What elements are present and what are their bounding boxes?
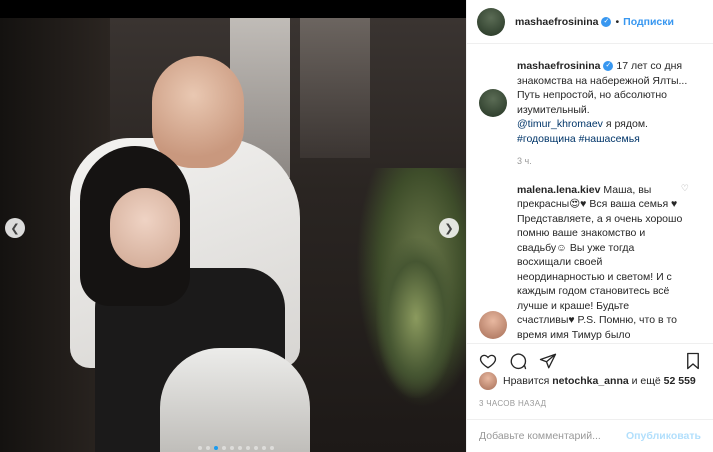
- comment-body: Маша, вы прекрасны😍♥ Вся ваша семья ♥ Пр…: [517, 183, 683, 341]
- caption-after-mention: я рядом.: [602, 118, 648, 130]
- verified-badge-icon: ✓: [603, 61, 614, 72]
- caption-text: mashaefrosinina ✓ 17 лет со дня знакомств…: [517, 59, 701, 169]
- verified-badge-icon: ✓: [601, 16, 612, 27]
- carousel-next-button[interactable]: ❯: [439, 218, 459, 238]
- carousel-dot: [230, 446, 234, 450]
- publish-button[interactable]: Опубликовать: [626, 430, 701, 442]
- photo-pants: [160, 348, 310, 452]
- carousel-dot: [214, 446, 218, 450]
- caption-mention[interactable]: @timur_khromaev: [517, 118, 603, 130]
- add-comment-bar: Опубликовать: [467, 419, 713, 452]
- likes-middle: и ещё: [628, 375, 664, 387]
- carousel-dot: [254, 446, 258, 450]
- photo-woman-face: [110, 188, 180, 268]
- caption-row: mashaefrosinina ✓ 17 лет со дня знакомств…: [479, 59, 701, 169]
- carousel-dot: [198, 446, 202, 450]
- chevron-left-icon: ❮: [10, 222, 20, 235]
- comment-text: malena.lena.kiev Маша, вы прекрасны😍♥ Вс…: [517, 183, 701, 343]
- caption-time: 3 ч.: [517, 156, 532, 166]
- comment-like-heart-icon[interactable]: ♡: [681, 183, 689, 194]
- carousel-dot: [270, 446, 274, 450]
- comment-username[interactable]: malena.lena.kiev: [517, 184, 600, 196]
- carousel-dot: [246, 446, 250, 450]
- carousel-indicator: [198, 446, 274, 450]
- liker-avatar[interactable]: [479, 372, 497, 390]
- photo-plant-leaves: [376, 238, 456, 398]
- post-actions: [467, 343, 713, 371]
- comment-avatar[interactable]: [479, 310, 507, 339]
- caption-hashtags[interactable]: #годовщина #нашасемья: [517, 133, 640, 145]
- likes-summary: Нравится netochka_anna и ещё 52 559: [479, 372, 696, 390]
- photo-window-dark: [300, 18, 370, 158]
- post-header: mashaefrosinina ✓ • Подписки: [467, 0, 713, 44]
- carousel-dot: [206, 446, 210, 450]
- photo-man-head: [152, 56, 244, 168]
- header-separator: •: [615, 15, 620, 28]
- caption-username[interactable]: mashaefrosinina: [517, 60, 600, 72]
- following-button[interactable]: Подписки: [623, 16, 674, 28]
- post-side-panel: mashaefrosinina ✓ • Подписки mashaefrosi…: [466, 0, 713, 452]
- author-avatar[interactable]: [477, 7, 505, 36]
- post-photo[interactable]: [0, 18, 466, 452]
- author-username[interactable]: mashaefrosinina: [515, 16, 598, 28]
- carousel-dot: [238, 446, 242, 450]
- caption-avatar[interactable]: [479, 89, 507, 117]
- comment-icon[interactable]: [509, 352, 527, 370]
- carousel-prev-button[interactable]: ❮: [5, 218, 25, 238]
- liker-username[interactable]: netochka_anna: [552, 375, 628, 387]
- comments-list[interactable]: mashaefrosinina ✓ 17 лет со дня знакомств…: [467, 45, 713, 342]
- share-icon[interactable]: [539, 352, 557, 370]
- bookmark-icon[interactable]: [685, 352, 701, 370]
- carousel-dot: [222, 446, 226, 450]
- carousel-dot: [262, 446, 266, 450]
- likes-prefix: Нравится: [503, 375, 553, 387]
- comment-item: malena.lena.kiev Маша, вы прекрасны😍♥ Вс…: [479, 183, 701, 343]
- heart-icon[interactable]: [479, 352, 497, 370]
- comment-input[interactable]: [479, 430, 627, 442]
- likes-count[interactable]: 52 559: [664, 375, 696, 387]
- post-timestamp: 3 часов назад: [479, 399, 547, 408]
- chevron-right-icon: ❯: [444, 222, 454, 235]
